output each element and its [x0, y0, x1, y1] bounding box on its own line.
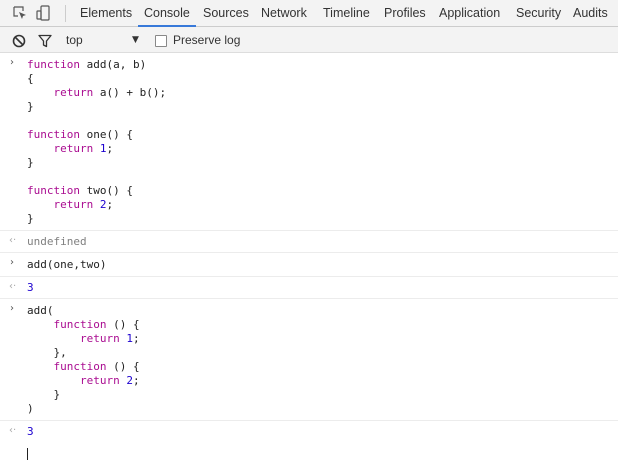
console-input-caret[interactable]: [27, 448, 28, 460]
tab-sources[interactable]: Sources: [203, 0, 249, 26]
tab-profiles[interactable]: Profiles: [384, 0, 426, 26]
console-input-code: function add(a, b) { return a() + b(); }…: [27, 58, 167, 225]
console-result-entry: ‹· 3: [0, 421, 618, 439]
tab-application[interactable]: Application: [439, 0, 500, 26]
console-result-entry: ‹· 3: [0, 277, 618, 299]
toolbar-divider: [65, 5, 66, 22]
console-filter-bar: top ▼ Preserve log: [0, 27, 618, 53]
tab-console[interactable]: Console: [138, 0, 196, 27]
result-arrow-icon: ‹·: [9, 425, 17, 436]
tab-audits[interactable]: Audits: [573, 0, 608, 26]
inspect-element-icon[interactable]: [12, 5, 28, 25]
console-result-value: 3: [27, 425, 34, 438]
console-input-entry: › function add(a, b) { return a() + b(); …: [0, 53, 618, 231]
tab-timeline[interactable]: Timeline: [323, 0, 370, 26]
prompt-chevron-icon: ›: [10, 257, 14, 268]
console-result-value: undefined: [27, 235, 87, 248]
result-arrow-icon: ‹·: [9, 281, 17, 292]
console-input-entry: › add(one,two): [0, 253, 618, 277]
console-input-code: add( function () { return 1; }, function…: [27, 304, 140, 415]
console-result-entry: ‹· undefined: [0, 231, 618, 253]
tab-security[interactable]: Security: [516, 0, 561, 26]
console-messages[interactable]: › function add(a, b) { return a() + b(); …: [0, 53, 618, 439]
clear-console-icon[interactable]: [12, 33, 26, 52]
tab-elements[interactable]: Elements: [80, 0, 132, 26]
filter-icon[interactable]: [38, 33, 52, 52]
device-toolbar-icon[interactable]: [36, 5, 52, 25]
prompt-chevron-icon: ›: [10, 57, 14, 68]
result-arrow-icon: ‹·: [9, 235, 17, 246]
execution-context-select[interactable]: top: [66, 27, 83, 53]
preserve-log-label[interactable]: Preserve log: [173, 27, 240, 53]
tab-network[interactable]: Network: [261, 0, 307, 26]
chevron-down-icon[interactable]: ▼: [132, 27, 139, 53]
devtools-tab-bar: Elements Console Sources Network Timelin…: [0, 0, 618, 27]
console-input-entry: › add( function () { return 1; }, functio…: [0, 299, 618, 421]
prompt-chevron-icon: ›: [10, 303, 14, 314]
console-result-value: 3: [27, 281, 34, 294]
preserve-log-checkbox[interactable]: [155, 35, 167, 47]
console-input-code: add(one,two): [27, 258, 107, 271]
